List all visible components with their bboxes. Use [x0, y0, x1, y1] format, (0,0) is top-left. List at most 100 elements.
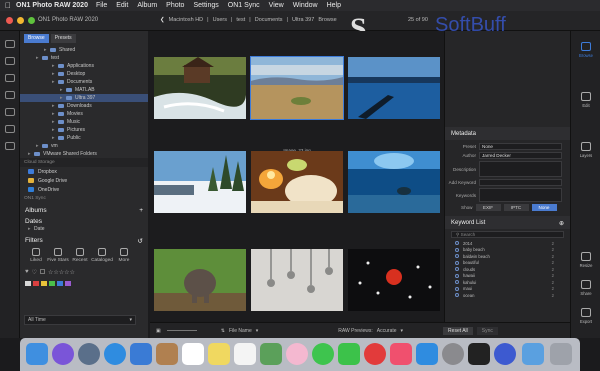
module-export[interactable]: Export	[571, 305, 600, 331]
reminders-icon[interactable]	[234, 343, 256, 365]
module-layers[interactable]: Layers	[571, 139, 600, 165]
folder-tree-item[interactable]: ▸ Shared	[20, 46, 148, 54]
breadcrumb-item[interactable]: test	[236, 17, 245, 23]
thumbnail-spa-candles[interactable]	[251, 151, 343, 213]
system-preferences-icon[interactable]	[442, 343, 464, 365]
color-label-purple[interactable]	[65, 281, 71, 286]
tab-iptc[interactable]: IPTC	[503, 204, 529, 211]
keyword-list-header[interactable]: Keyword List ⊕	[445, 216, 570, 229]
add-album-icon[interactable]: +	[139, 207, 143, 214]
thumbnail-lake-dock[interactable]	[348, 57, 440, 119]
album-icon[interactable]	[4, 125, 15, 133]
safari-icon[interactable]	[104, 343, 126, 365]
folder-tree-item[interactable]: ▸ Pictures	[20, 126, 148, 134]
preset-select[interactable]: None	[479, 143, 562, 150]
folder-tree-item[interactable]: ▸ Public	[20, 134, 148, 142]
module-resize[interactable]: Resize	[571, 249, 600, 275]
keywords-field[interactable]	[479, 188, 562, 202]
tab-exif[interactable]: EXIF	[475, 204, 501, 211]
folder-tree-item[interactable]: ▸ VMware Shared Folders	[20, 150, 148, 158]
menu-view[interactable]: View	[269, 2, 284, 9]
menu-edit[interactable]: Edit	[116, 2, 128, 9]
keyword-item[interactable]: ocean 2	[445, 292, 570, 299]
apple-icon[interactable]: 	[0, 1, 16, 10]
on1-photo-raw-icon[interactable]	[494, 343, 516, 365]
contacts-icon[interactable]	[156, 343, 178, 365]
color-label-blue[interactable]	[57, 281, 63, 286]
dates-item[interactable]: ▸ Date	[20, 225, 148, 233]
filter-five-stars-button[interactable]: Five Stars	[47, 248, 69, 263]
notes-icon[interactable]	[208, 343, 230, 365]
star-icon[interactable]	[4, 91, 15, 99]
terminal-icon[interactable]	[468, 343, 490, 365]
tag-icon[interactable]	[4, 108, 15, 116]
news-icon[interactable]	[364, 343, 386, 365]
add-keyword-field[interactable]	[479, 179, 562, 186]
filter-liked-button[interactable]: Liked	[25, 248, 47, 263]
sort-icon[interactable]: ⇅	[221, 328, 225, 334]
mail-icon[interactable]	[130, 343, 152, 365]
app-store-icon[interactable]	[416, 343, 438, 365]
thumbnail-light-bulbs[interactable]	[251, 249, 343, 311]
folder-tree-item[interactable]: ▸ Desktop	[20, 70, 148, 78]
date-range-select[interactable]: All Time ▾	[24, 315, 136, 325]
back-arrow-icon[interactable]: ❮	[160, 17, 165, 23]
siri-icon[interactable]	[52, 343, 74, 365]
filter-more-button[interactable]: More	[113, 248, 135, 263]
folder-tree-item[interactable]: ▸ Documents	[20, 78, 148, 86]
module-share[interactable]: Share	[571, 277, 600, 303]
breadcrumb-item[interactable]: Users	[213, 17, 227, 23]
filter-cataloged-button[interactable]: Cataloged	[91, 248, 113, 263]
reset-filters-icon[interactable]: ↺	[138, 237, 143, 245]
description-field[interactable]	[479, 161, 562, 177]
metadata-header[interactable]: Metadata	[445, 127, 570, 140]
thumbnail-size-slider[interactable]	[166, 330, 197, 331]
folder-tree-item[interactable]: ▸ Applications	[20, 62, 148, 70]
zoom-window-button[interactable]	[28, 17, 35, 24]
thumbnail-waterfall-mill[interactable]	[154, 57, 246, 119]
reset-all-button[interactable]: Reset All	[443, 326, 473, 335]
filter-recent-button[interactable]: Recent	[69, 248, 91, 263]
downloads-folder-icon[interactable]	[522, 343, 544, 365]
menu-on1-sync[interactable]: ON1 Sync	[228, 2, 260, 9]
photos-icon[interactable]	[286, 343, 308, 365]
albums-header[interactable]: Albums +	[20, 203, 148, 214]
cloud-item-google-drive[interactable]: Google Drive	[20, 176, 148, 185]
folder-tree-item[interactable]: ▸ Downloads	[20, 102, 148, 110]
trash-icon[interactable]	[550, 343, 572, 365]
keyword-search-input[interactable]: ⚲ Search	[451, 231, 564, 238]
color-label-red[interactable]	[33, 281, 39, 286]
menu-app-name[interactable]: ON1 Photo RAW 2020	[16, 2, 88, 9]
music-icon[interactable]	[390, 343, 412, 365]
grid-view-icon[interactable]: ▣	[156, 328, 161, 334]
tab-none[interactable]: None	[531, 204, 557, 211]
thumbnail-elephant[interactable]	[154, 249, 246, 311]
keyword-checkbox[interactable]	[455, 273, 459, 278]
messages-icon[interactable]	[312, 343, 334, 365]
folder-tree-item[interactable]: ▸ MATLAB	[20, 86, 148, 94]
checkbox[interactable]	[39, 269, 45, 274]
keyword-checkbox[interactable]	[455, 260, 459, 265]
keyword-checkbox[interactable]	[455, 280, 459, 285]
thumbnail-snow-forest[interactable]	[154, 151, 246, 213]
module-browse[interactable]: Browse	[571, 39, 600, 65]
breadcrumb-item[interactable]: Ultra 397	[292, 17, 314, 23]
menu-file[interactable]: File	[96, 2, 107, 9]
thumbnail-underwater-turtle[interactable]	[348, 151, 440, 213]
filters-header[interactable]: Filters ↺	[20, 233, 148, 245]
color-label-green[interactable]	[49, 281, 55, 286]
calendar-icon[interactable]	[182, 343, 204, 365]
menu-album[interactable]: Album	[137, 2, 157, 9]
cloud-item-dropbox[interactable]: Dropbox	[20, 167, 148, 176]
thumbnail-red-sphere[interactable]	[348, 249, 440, 311]
keyword-checkbox[interactable]	[455, 241, 459, 246]
rating-filter[interactable]: ♥ ♡ ☆☆☆☆☆	[20, 266, 148, 279]
module-edit[interactable]: Edit	[571, 89, 600, 115]
breadcrumb-item[interactable]: Documents	[255, 17, 283, 23]
keyword-checkbox[interactable]	[455, 286, 459, 291]
close-window-button[interactable]	[6, 17, 13, 24]
folder-tree-item[interactable]: ▸ test	[20, 54, 148, 62]
add-keyword-icon[interactable]: ⊕	[559, 220, 564, 227]
keyword-checkbox[interactable]	[455, 247, 459, 252]
minimize-window-button[interactable]	[17, 17, 24, 24]
